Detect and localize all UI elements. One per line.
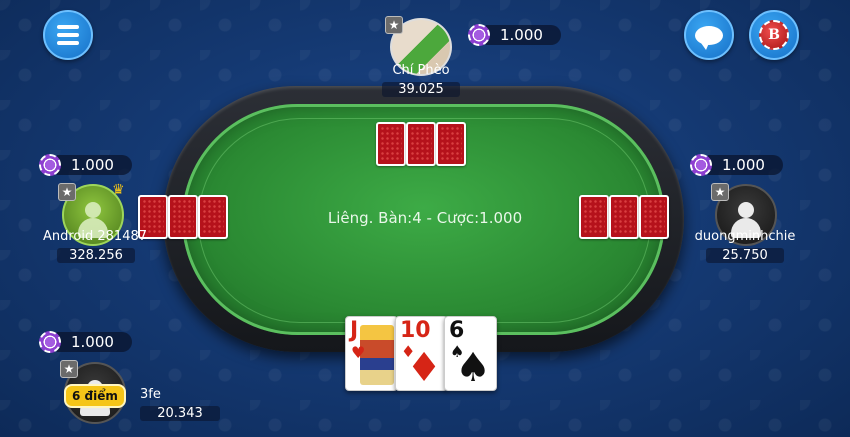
bet-amount: 1.000	[486, 25, 561, 45]
card-back	[406, 122, 436, 166]
star-rank-icon: ★	[711, 183, 729, 201]
card-rank: 10	[400, 318, 431, 343]
bank-coin-icon: B	[759, 20, 789, 50]
bank-button[interactable]: B	[749, 10, 799, 60]
right-player-name: duongminhchie	[694, 229, 796, 244]
card-back	[609, 195, 639, 239]
my-name: 3fe	[140, 387, 161, 402]
diamond-suit-icon: ♦	[406, 345, 442, 391]
chat-button[interactable]	[684, 10, 734, 60]
avatar-silhouette-icon	[738, 202, 754, 218]
right-player-bet: 1.000	[690, 154, 783, 176]
heart-suit-icon: ♥	[351, 343, 366, 362]
top-player-name: Chí Phèo	[392, 63, 450, 78]
left-player-bet: 1.000	[39, 154, 132, 176]
card-rank: J	[350, 318, 359, 343]
left-player-name: Android 281487	[42, 229, 148, 244]
chip-icon	[39, 331, 61, 353]
chat-bubble-icon	[695, 25, 723, 50]
menu-icon	[57, 25, 79, 45]
card-back	[436, 122, 466, 166]
top-player-balance: 39.025	[382, 82, 460, 97]
card-back	[376, 122, 406, 166]
menu-button[interactable]	[43, 10, 93, 60]
avatar-silhouette-icon	[85, 202, 101, 218]
star-rank-icon: ★	[60, 360, 78, 378]
chip-icon	[39, 154, 61, 176]
my-balance: 20.343	[140, 406, 220, 421]
my-card-six-spades[interactable]: 6 ♠ ♠	[444, 316, 497, 391]
bet-amount: 1.000	[708, 155, 783, 175]
top-player-bet: 1.000	[468, 24, 561, 46]
my-card-ten-diamonds[interactable]: 10 ♦ ♦	[395, 316, 448, 391]
crown-icon: ♛	[112, 182, 125, 198]
card-rank: 6	[449, 318, 465, 343]
card-back	[639, 195, 669, 239]
my-card-jack-hearts[interactable]: J ♥	[345, 316, 398, 391]
bet-amount: 1.000	[57, 155, 132, 175]
my-bet: 1.000	[39, 331, 132, 353]
left-player-balance: 328.256	[57, 248, 135, 263]
chip-icon	[468, 24, 490, 46]
hand-points-badge: 6 điểm	[64, 384, 126, 408]
star-rank-icon: ★	[58, 183, 76, 201]
card-back	[168, 195, 198, 239]
card-back	[579, 195, 609, 239]
star-rank-icon: ★	[385, 16, 403, 34]
bet-amount: 1.000	[57, 332, 132, 352]
chip-icon	[690, 154, 712, 176]
right-player-balance: 25.750	[706, 248, 784, 263]
card-back	[198, 195, 228, 239]
spade-suit-icon: ♠	[455, 345, 491, 391]
